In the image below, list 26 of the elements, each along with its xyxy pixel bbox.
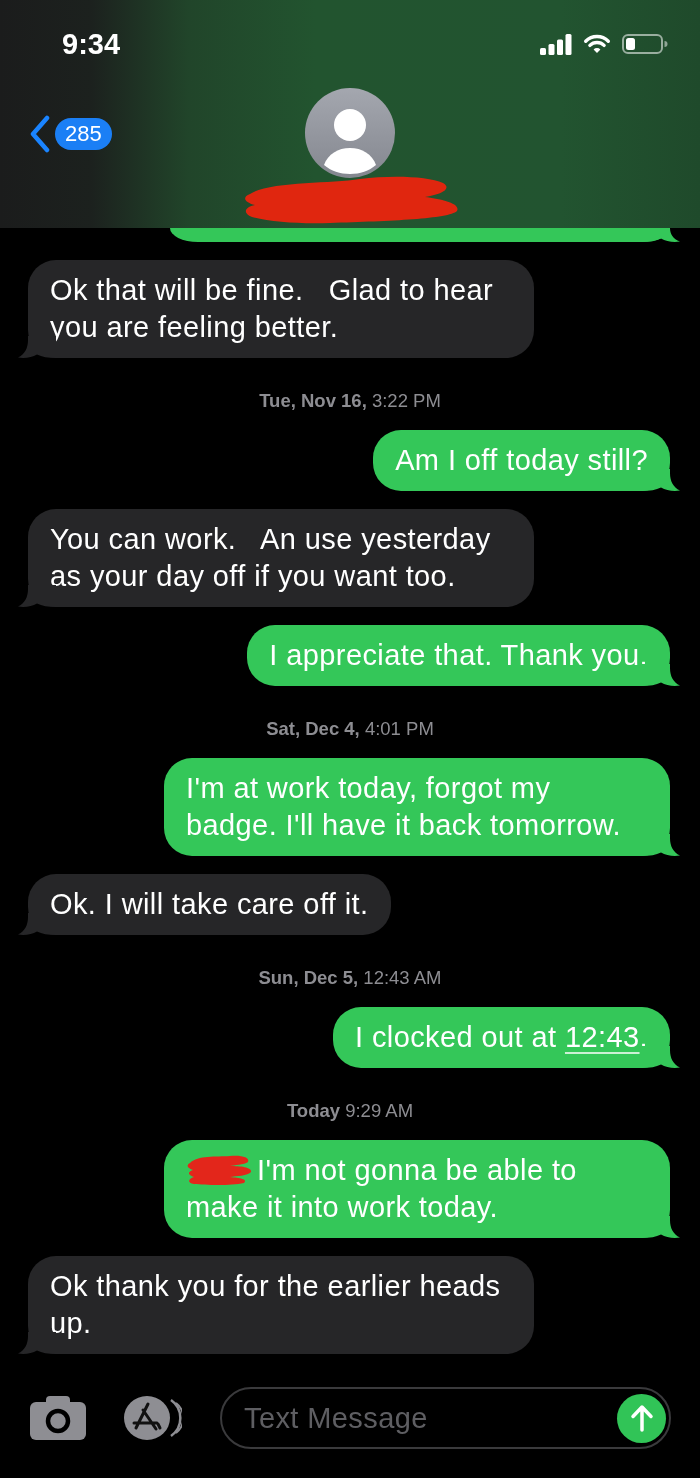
time-link[interactable]: 12:43: [564, 1021, 640, 1053]
status-time: 9:34: [62, 27, 121, 61]
message-field[interactable]: Text Message: [220, 1387, 671, 1449]
message-text: I'm at work today, forgot my badge. I'll have it back tomorrow.: [186, 772, 622, 841]
back-button[interactable]: 285: [29, 115, 112, 153]
battery-icon: [622, 34, 668, 54]
camera-icon[interactable]: [30, 1396, 86, 1440]
chevron-left-icon: [29, 115, 51, 153]
timestamp: Sun, Dec 5, 12:43 AM: [257, 967, 443, 989]
apps-icon[interactable]: [124, 1395, 182, 1441]
message-text: Ok thank you for the earlier heads up.: [50, 1270, 502, 1339]
person-avatar-icon[interactable]: [305, 88, 395, 178]
message-text: I'm not gonna be able to make it into work today.: [186, 1154, 578, 1223]
message-text: Ok. I will take care off it.: [50, 888, 369, 920]
message-text: I appreciate that. Thank you.: [269, 639, 648, 671]
message-text: Am I off today still?: [395, 444, 648, 476]
wifi-icon: [583, 34, 611, 54]
unread-count-badge: 285: [55, 118, 112, 150]
message-text: You can work. An use yesterday as your day off if you want too.: [50, 523, 492, 592]
timestamp: Today 9:29 AM: [285, 1100, 415, 1122]
timestamp: Sat, Dec 4, 4:01 PM: [265, 718, 435, 740]
timestamp: Tue, Nov 16, 3:22 PM: [258, 390, 442, 412]
signal-icon: [540, 33, 572, 55]
arrow-up-icon: [629, 1404, 654, 1432]
message-text: Ok that will be fine. Glad to hear you are feeling better.: [50, 274, 495, 343]
send-button[interactable]: [617, 1393, 666, 1443]
